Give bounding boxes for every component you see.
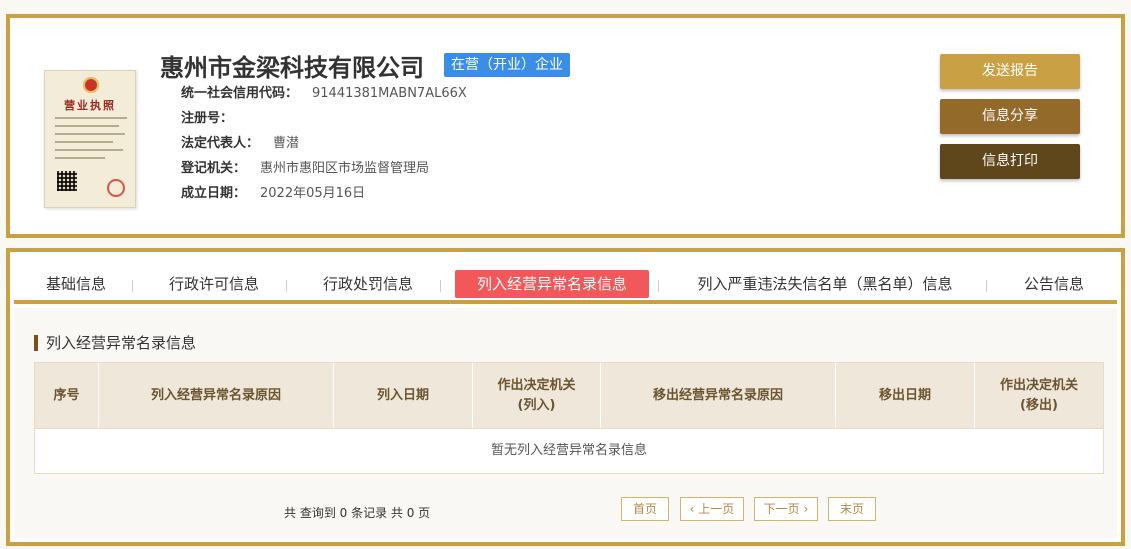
tab-abnormal-operation[interactable]: 列入经营异常名录信息 — [455, 270, 649, 298]
info-label: 统一社会信用代码： — [181, 86, 299, 101]
column-header: 作出决定机关 (列入) — [473, 363, 601, 428]
column-header: 列入经营异常名录原因 — [99, 363, 334, 428]
business-license-image[interactable]: 营业执照 — [44, 70, 136, 208]
prev-page-button[interactable]: ‹ 上一页 — [680, 497, 744, 521]
info-value: 惠州市惠阳区市场监督管理局 — [260, 161, 430, 176]
info-registration-authority: 登记机关： 惠州市惠阳区市场监督管理局 — [181, 159, 429, 179]
share-info-button[interactable]: 信息分享 — [940, 99, 1080, 134]
national-emblem-icon — [83, 77, 99, 93]
info-establishment-date: 成立日期： 2022年05月16日 — [181, 184, 365, 204]
table-header: 序号 列入经营异常名录原因 列入日期 作出决定机关 (列入) 移出经营异常名录原… — [34, 362, 1104, 429]
tab-administrative-penalty[interactable]: 行政处罚信息 — [310, 270, 426, 298]
info-value: 曹潜 — [273, 136, 300, 151]
info-value: 91441381MABN7AL66X — [312, 86, 467, 101]
detail-card: 基础信息 行政许可信息 行政处罚信息 列入经营异常名录信息 列入严重违法失信名单… — [6, 248, 1125, 546]
info-value: 2022年05月16日 — [260, 186, 366, 201]
official-seal-icon — [107, 179, 125, 197]
info-label: 成立日期： — [181, 186, 247, 201]
next-page-button[interactable]: 下一页 › — [754, 497, 818, 521]
info-credit-code: 统一社会信用代码： 91441381MABN7AL66X — [181, 84, 467, 104]
print-info-button[interactable]: 信息打印 — [940, 144, 1080, 179]
tab-content: 列入经营异常名录信息 序号 列入经营异常名录原因 列入日期 作出决定机关 (列入… — [14, 308, 1117, 538]
license-title: 营业执照 — [64, 99, 116, 112]
prev-page-label: 上一页 — [698, 502, 735, 516]
tab-basic-info[interactable]: 基础信息 — [34, 270, 118, 298]
company-name: 惠州市金梁科技有限公司 — [160, 54, 424, 82]
column-header: 移出日期 — [836, 363, 975, 428]
info-label: 法定代表人： — [181, 136, 260, 151]
first-page-button[interactable]: 首页 — [621, 497, 669, 521]
column-header: 作出决定机关 (移出) — [999, 377, 1078, 413]
chevron-left-icon: ‹ — [689, 502, 699, 516]
section-title: 列入经营异常名录信息 — [34, 335, 196, 351]
column-header: 移出经营异常名录原因 — [601, 363, 836, 428]
last-page-button[interactable]: 末页 — [828, 497, 876, 521]
tab-blacklist[interactable]: 列入严重违法失信名单（黑名单）信息 — [684, 270, 966, 298]
info-registration-number: 注册号： — [181, 109, 247, 129]
qr-code-icon — [57, 171, 77, 191]
pagination-summary: 共 查询到 0 条记录 共 0 页 — [284, 506, 431, 520]
status-badge: 在营（开业）企业 — [444, 53, 570, 77]
empty-table-message: 暂无列入经营异常名录信息 — [34, 429, 1104, 474]
info-legal-representative: 法定代表人： 曹潜 — [181, 134, 299, 154]
send-report-button[interactable]: 发送报告 — [940, 54, 1080, 89]
info-label: 登记机关： — [181, 161, 247, 176]
chevron-right-icon: › — [799, 502, 809, 516]
info-label: 注册号： — [181, 111, 234, 126]
column-header: 列入日期 — [334, 363, 473, 428]
next-page-label: 下一页 — [763, 502, 800, 516]
tab-announcements[interactable]: 公告信息 — [1012, 270, 1096, 298]
abnormal-list-table: 序号 列入经营异常名录原因 列入日期 作出决定机关 (列入) 移出经营异常名录原… — [34, 362, 1104, 474]
tab-bar: 基础信息 行政许可信息 行政处罚信息 列入经营异常名录信息 列入严重违法失信名单… — [14, 258, 1117, 304]
column-header: 序号 — [35, 363, 99, 428]
tab-administrative-license[interactable]: 行政许可信息 — [156, 270, 272, 298]
